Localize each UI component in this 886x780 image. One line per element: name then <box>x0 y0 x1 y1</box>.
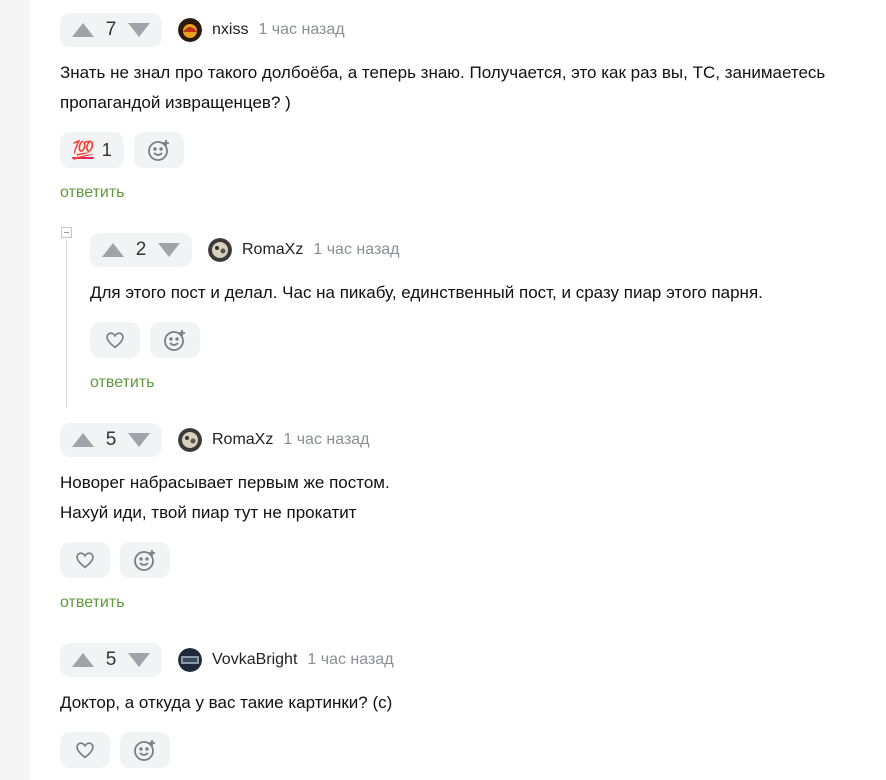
heart-icon <box>106 332 124 349</box>
avatar[interactable] <box>208 238 232 262</box>
comment-header: 5 VovkaBright 1 час назад <box>60 643 394 677</box>
comment-line: Новорег набрасывает первым же постом. <box>60 473 390 492</box>
smiley-plus-icon <box>134 550 155 571</box>
author-name[interactable]: nxiss <box>212 21 248 39</box>
smiley-plus-icon <box>164 330 185 351</box>
comment-text: Знать не знал про такого долбоёба, а теп… <box>60 58 825 118</box>
author-name[interactable]: RomaXz <box>212 431 273 449</box>
vote-control: 5 <box>60 643 162 677</box>
comment-line: Знать не знал про такого долбоёба, а теп… <box>60 63 826 82</box>
downvote-icon[interactable] <box>158 243 180 257</box>
downvote-icon[interactable] <box>128 23 150 37</box>
vote-count: 2 <box>135 239 147 260</box>
upvote-icon[interactable] <box>72 23 94 37</box>
upvote-icon[interactable] <box>72 433 94 447</box>
like-button[interactable] <box>60 542 110 578</box>
like-button[interactable] <box>90 322 140 358</box>
comment-text: Для этого пост и делал. Час на пикабу, е… <box>90 278 763 308</box>
timestamp[interactable]: 1 час назад <box>258 21 344 39</box>
author-name[interactable]: RomaXz <box>242 241 303 259</box>
add-reaction-button[interactable] <box>120 542 170 578</box>
author-name[interactable]: VovkaBright <box>212 651 297 669</box>
collapse-thread-button[interactable] <box>61 227 72 238</box>
comment-header: 7 nxiss 1 час назад <box>60 13 345 47</box>
comment-line: Нахуй иди, твой пиар тут не прокатит <box>60 503 357 522</box>
add-reaction-button[interactable] <box>120 732 170 768</box>
comment-line: пропагандой извращенцев? ) <box>60 93 291 112</box>
vote-control: 2 <box>90 233 192 267</box>
smiley-plus-icon <box>148 140 169 161</box>
timestamp[interactable]: 1 час назад <box>313 241 399 259</box>
smiley-plus-icon <box>134 740 155 761</box>
vote-control: 5 <box>60 423 162 457</box>
upvote-icon[interactable] <box>72 653 94 667</box>
avatar[interactable] <box>178 648 202 672</box>
reply-link[interactable]: ответить <box>60 184 125 202</box>
heart-icon <box>76 552 94 569</box>
comment-line: Для этого пост и делал. Час на пикабу, е… <box>90 283 763 302</box>
heart-icon <box>76 742 94 759</box>
avatar[interactable] <box>178 18 202 42</box>
vote-count: 7 <box>105 19 117 40</box>
add-reaction-button[interactable] <box>134 132 184 168</box>
vote-count: 5 <box>105 429 117 450</box>
hundred-points-icon: 💯 <box>72 139 94 160</box>
reply-link[interactable]: ответить <box>60 594 125 612</box>
thread-line[interactable] <box>66 240 67 408</box>
avatar[interactable] <box>178 428 202 452</box>
upvote-icon[interactable] <box>102 243 124 257</box>
add-reaction-button[interactable] <box>150 322 200 358</box>
like-button[interactable] <box>60 732 110 768</box>
comment-text: Новорег набрасывает первым же постом. На… <box>60 468 390 528</box>
vote-control: 7 <box>60 13 162 47</box>
reply-link[interactable]: ответить <box>90 374 155 392</box>
comment-text: Доктор, а откуда у вас такие картинки? (… <box>60 688 392 718</box>
left-gutter <box>0 0 30 780</box>
comment-header: 5 RomaXz 1 час назад <box>60 423 370 457</box>
reaction-count: 1 <box>101 139 112 160</box>
comment-header: 2 RomaXz 1 час назад <box>90 233 400 267</box>
downvote-icon[interactable] <box>128 653 150 667</box>
reaction-chip[interactable]: 💯 1 <box>60 132 124 168</box>
timestamp[interactable]: 1 час назад <box>283 431 369 449</box>
comment-line: Доктор, а откуда у вас такие картинки? (… <box>60 693 393 712</box>
downvote-icon[interactable] <box>128 433 150 447</box>
timestamp[interactable]: 1 час назад <box>307 651 393 669</box>
vote-count: 5 <box>105 649 117 670</box>
